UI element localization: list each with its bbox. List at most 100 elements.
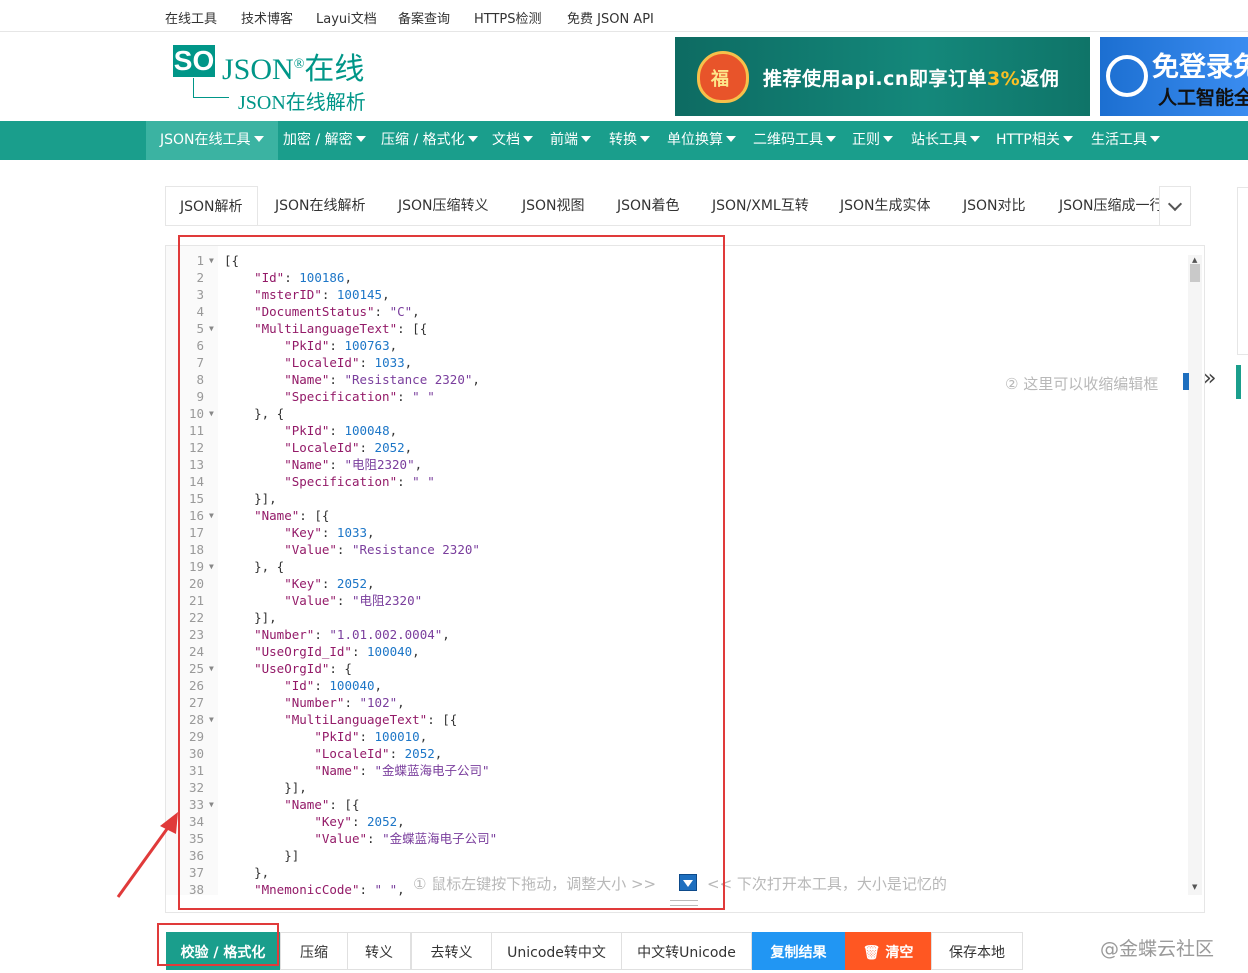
save-local-button[interactable]: 保存本地 xyxy=(931,932,1023,970)
fold-toggle-icon[interactable]: ▼ xyxy=(209,507,214,524)
line-number: 31 xyxy=(188,763,204,778)
nav-item-crypto[interactable]: 加密 / 解密 xyxy=(283,121,366,160)
annotation-arrow-icon xyxy=(116,812,178,898)
resize-marker-button[interactable] xyxy=(679,874,697,891)
code-line: 21 "Value": "电阻2320" xyxy=(0,592,1190,609)
code-line: 13 "Name": "电阻2320", xyxy=(0,456,1190,473)
code-text: "Name": "Resistance 2320", xyxy=(284,372,480,387)
nav-item-unit[interactable]: 单位换算 xyxy=(667,121,736,160)
code-text: "Number": "102", xyxy=(284,695,405,710)
tab-json-xml[interactable]: JSON/XML互转 xyxy=(712,186,809,225)
top-link-online-tools[interactable]: 在线工具 xyxy=(165,8,217,27)
unescape-button[interactable]: 去转义 xyxy=(411,932,492,970)
tab-json-entity[interactable]: JSON生成实体 xyxy=(840,186,931,225)
editor-scrollbar[interactable] xyxy=(1188,255,1202,895)
line-number: 16 xyxy=(188,508,204,523)
line-number: 2 xyxy=(196,270,204,285)
tab-json-compress-escape[interactable]: JSON压缩转义 xyxy=(398,186,489,225)
tab-json-online-parse[interactable]: JSON在线解析 xyxy=(275,186,366,225)
nav-label: 单位换算 xyxy=(667,132,723,148)
nav-item-json-tools[interactable]: JSON在线工具 xyxy=(146,121,278,160)
code-line: 27 "Number": "102", xyxy=(0,694,1190,711)
nav-item-life[interactable]: 生活工具 xyxy=(1091,121,1160,160)
code-line: 23 "Number": "1.01.002.0004", xyxy=(0,626,1190,643)
fold-toggle-icon[interactable]: ▼ xyxy=(209,252,214,269)
code-text: "Number": "1.01.002.0004", xyxy=(254,627,450,642)
fold-toggle-icon[interactable]: ▼ xyxy=(209,660,214,677)
escape-button[interactable]: 转义 xyxy=(347,932,411,970)
line-number: 10 xyxy=(188,406,204,421)
line-number: 17 xyxy=(188,525,204,540)
top-link-json-api[interactable]: 免费 JSON API xyxy=(567,8,654,27)
fold-toggle-icon[interactable]: ▼ xyxy=(209,558,214,575)
code-text: "Key": 2052, xyxy=(284,576,375,591)
code-text: "MultiLanguageText": [{ xyxy=(284,712,458,727)
logo-arrow-icon xyxy=(193,78,229,98)
fold-toggle-icon[interactable]: ▼ xyxy=(209,796,214,813)
nav-item-regex[interactable]: 正则 xyxy=(852,121,893,160)
double-chevron-right-icon[interactable]: » xyxy=(1203,366,1216,391)
ad-banner-ai[interactable]: 免登录免 人工智能全 xyxy=(1100,37,1248,116)
copy-result-button[interactable]: 复制结果 xyxy=(752,932,845,970)
line-number: 18 xyxy=(188,542,204,557)
top-bar: 在线工具 技术博客 Layui文档 备案查询 HTTPS检测 免费 JSON A… xyxy=(0,0,1248,32)
chinese-to-unicode-button[interactable]: 中文转Unicode xyxy=(621,932,752,970)
tab-json-view[interactable]: JSON视图 xyxy=(522,186,585,225)
code-text: "Key": 2052, xyxy=(314,814,405,829)
code-line: 4 "DocumentStatus": "C", xyxy=(0,303,1190,320)
editor-scroll-thumb[interactable] xyxy=(1190,264,1200,282)
logo-subtitle: JSON在线解析 xyxy=(238,92,366,114)
code-line: 7 "LocaleId": 1033, xyxy=(0,354,1190,371)
caret-down-icon xyxy=(726,136,736,142)
line-number: 28 xyxy=(188,712,204,727)
line-number: 20 xyxy=(188,576,204,591)
scroll-down-icon[interactable]: ▼ xyxy=(1192,883,1197,891)
ad-banner-api[interactable]: 福 推荐使用api.cn即享订单3%返佣 xyxy=(675,37,1090,116)
collapse-marker[interactable] xyxy=(1183,373,1189,390)
code-text: "Value": "Resistance 2320" xyxy=(284,542,480,557)
tab-json-color[interactable]: JSON着色 xyxy=(617,186,680,225)
nav-item-qrcode[interactable]: 二维码工具 xyxy=(753,121,836,160)
unicode-to-chinese-button[interactable]: Unicode转中文 xyxy=(491,932,622,970)
code-text: "Specification": " " xyxy=(284,389,435,404)
compress-button[interactable]: 压缩 xyxy=(280,932,348,970)
nav-item-convert[interactable]: 转换 xyxy=(609,121,650,160)
nav-item-compress-format[interactable]: 压缩 / 格式化 xyxy=(381,121,478,160)
top-link-https-check[interactable]: HTTPS检测 xyxy=(474,8,542,27)
caret-down-icon xyxy=(1062,136,1073,142)
tab-json-parse[interactable]: JSON解析 xyxy=(165,186,258,225)
fold-toggle-icon[interactable]: ▼ xyxy=(209,711,214,728)
code-text: "PkId": 100048, xyxy=(284,423,398,438)
editor-resize-handle[interactable] xyxy=(670,900,698,906)
code-text: }, { xyxy=(224,406,285,421)
nav-item-webmaster[interactable]: 站长工具 xyxy=(911,121,980,160)
tab-json-oneline[interactable]: JSON压缩成一行 xyxy=(1059,186,1164,225)
fold-toggle-icon[interactable]: ▼ xyxy=(209,405,214,422)
code-text: }], xyxy=(224,780,307,795)
fold-toggle-icon[interactable]: ▼ xyxy=(209,320,214,337)
top-link-tech-blog[interactable]: 技术博客 xyxy=(241,8,293,27)
code-text: "UseOrgId_Id": 100040, xyxy=(254,644,420,659)
logo-json: JSON xyxy=(222,53,294,86)
nav-label: JSON在线工具 xyxy=(160,132,251,148)
line-number: 30 xyxy=(188,746,204,761)
code-line: 32 }], xyxy=(0,779,1190,796)
code-text: "MultiLanguageText": [{ xyxy=(254,321,428,336)
tab-json-diff[interactable]: JSON对比 xyxy=(963,186,1026,225)
trash-icon: 🗑 xyxy=(862,945,886,961)
nav-item-frontend[interactable]: 前端 xyxy=(550,121,591,160)
code-text: "LocaleId": 2052, xyxy=(314,746,443,761)
nav-item-docs[interactable]: 文档 xyxy=(492,121,533,160)
top-link-icp-query[interactable]: 备案查询 xyxy=(398,8,450,27)
top-link-layui-docs[interactable]: Layui文档 xyxy=(316,8,377,27)
line-number: 13 xyxy=(188,457,204,472)
scroll-up-icon[interactable]: ▲ xyxy=(1192,256,1197,264)
line-number: 7 xyxy=(196,355,204,370)
tabs-more-button[interactable] xyxy=(1159,186,1191,226)
code-line: 5 ▼ "MultiLanguageText": [{ xyxy=(0,320,1190,337)
nav-item-http[interactable]: HTTP相关 xyxy=(996,121,1073,160)
code-line: 14 "Specification": " " xyxy=(0,473,1190,490)
caret-down-icon xyxy=(467,136,478,142)
code-text: "Name": "金蝶蓝海电子公司" xyxy=(314,763,490,778)
clear-button[interactable]: 🗑 清空 xyxy=(845,932,931,970)
